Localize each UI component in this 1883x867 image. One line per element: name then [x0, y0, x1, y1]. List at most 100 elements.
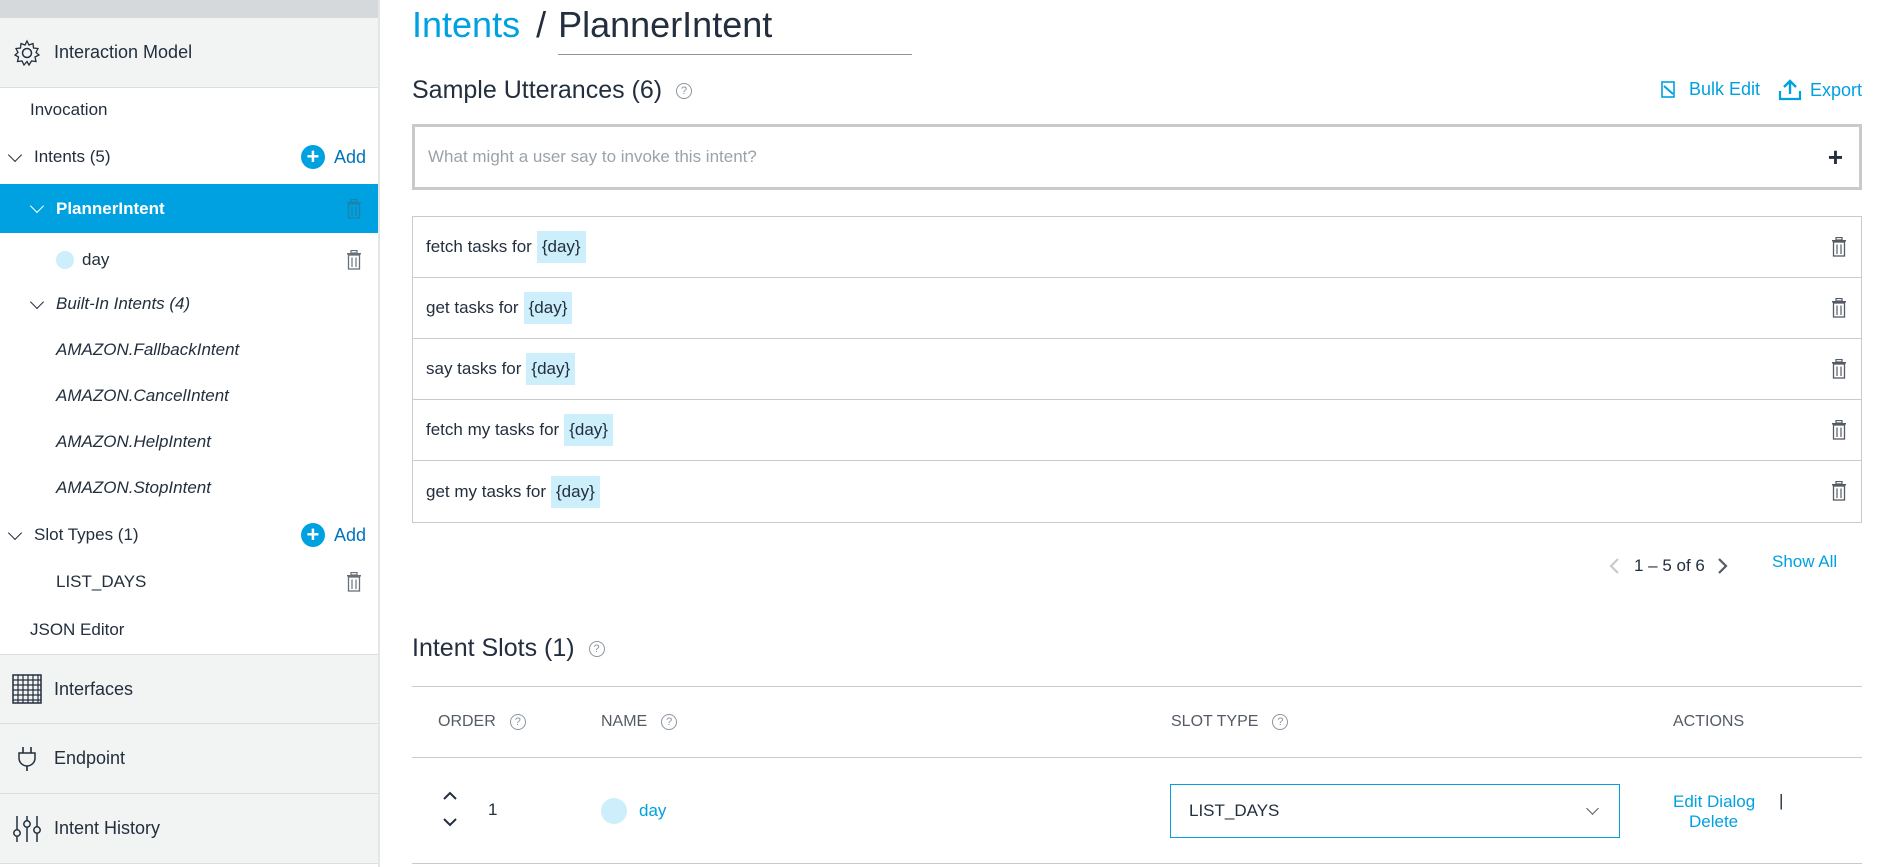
slot-type-select[interactable]: LIST_DAYS	[1170, 784, 1620, 838]
trash-icon[interactable]	[1831, 359, 1847, 379]
table-row: 1 day LIST_DAYS Edit Dialog | Delete	[412, 758, 1862, 864]
utterance-text: get tasks for	[426, 298, 519, 317]
slot-tag[interactable]: {day}	[536, 231, 586, 263]
sidebar-item-slot-types[interactable]: Slot Types (1) + Add	[0, 516, 378, 554]
breadcrumb-separator: /	[536, 4, 547, 45]
help-icon[interactable]: ?	[676, 82, 693, 99]
sidebar-item-label: day	[82, 250, 110, 269]
chevron-down-icon	[1586, 802, 1599, 815]
trash-icon[interactable]	[1831, 420, 1847, 440]
help-icon[interactable]: ?	[661, 714, 678, 730]
help-icon[interactable]: ?	[1272, 714, 1289, 730]
help-icon[interactable]: ?	[509, 714, 526, 730]
help-icon[interactable]: ?	[588, 640, 605, 657]
sample-utterances-heading: Sample Utterances (6) ?	[412, 76, 693, 105]
column-actions: ACTIONS	[1673, 713, 1745, 730]
utterance-text: fetch my tasks for	[426, 420, 560, 439]
sidebar-section-label: Intent History	[54, 818, 161, 838]
sidebar-item-label: Slot Types (1)	[34, 525, 139, 544]
sidebar-section-interaction-model[interactable]: Interaction Model	[0, 18, 378, 88]
sidebar-section-intent-history[interactable]: Intent History	[0, 794, 378, 864]
chevron-down-icon	[7, 525, 23, 540]
export-button[interactable]: Export	[1778, 79, 1862, 101]
chevron-left-icon[interactable]	[1608, 557, 1620, 575]
add-label: Add	[333, 146, 366, 167]
upload-icon	[1778, 79, 1802, 101]
export-label: Export	[1809, 79, 1862, 100]
add-intent-button[interactable]: + Add	[300, 145, 366, 169]
utterance-text: say tasks for	[426, 359, 522, 378]
show-all-label: Show All	[1772, 552, 1838, 571]
utterance-row[interactable]: say tasks for {day}	[413, 339, 1861, 400]
trash-icon[interactable]	[346, 250, 362, 270]
sidebar-section-endpoint[interactable]: Endpoint	[0, 724, 378, 794]
sidebar-section-label: Interaction Model	[54, 42, 193, 62]
sidebar-item-plannerintent[interactable]: PlannerIntent	[0, 184, 378, 233]
pagination: 1 – 5 of 6	[1608, 556, 1729, 576]
utterance-row[interactable]: fetch tasks for {day}	[413, 217, 1861, 278]
delete-link[interactable]: Delete	[1689, 812, 1738, 832]
trash-icon[interactable]	[1831, 237, 1847, 257]
utterance-row[interactable]: fetch my tasks for {day}	[413, 400, 1861, 461]
sidebar-item-label: AMAZON.StopIntent	[56, 478, 211, 497]
reorder-arrows[interactable]	[442, 790, 458, 835]
utterance-row[interactable]: get tasks for {day}	[413, 278, 1861, 339]
sidebar-section-interfaces[interactable]: Interfaces	[0, 654, 378, 724]
utterance-placeholder: What might a user say to invoke this int…	[428, 147, 757, 166]
sidebar-item-builtin[interactable]: AMAZON.StopIntent	[0, 470, 378, 506]
sidebar-item-label: AMAZON.CancelIntent	[56, 386, 229, 405]
column-name: NAME?	[601, 713, 678, 731]
sidebar-item-builtin-intents[interactable]: Built-In Intents (4)	[0, 286, 378, 322]
sidebar-item-builtin[interactable]: AMAZON.CancelIntent	[0, 378, 378, 414]
slot-tag[interactable]: {day}	[550, 475, 600, 508]
chevron-down-icon	[7, 147, 23, 162]
sidebar-item-list-days[interactable]: LIST_DAYS	[0, 562, 378, 602]
trash-icon[interactable]	[1831, 298, 1847, 318]
bulk-edit-button[interactable]: Bulk Edit	[1661, 79, 1760, 100]
table-header: ORDER? NAME? SLOT TYPE? ACTIONS	[412, 686, 1862, 758]
sidebar-item-slot-day[interactable]: day	[0, 240, 378, 280]
trash-icon[interactable]	[1831, 481, 1847, 501]
show-all-link[interactable]: Show All	[1772, 552, 1837, 572]
sidebar-item-label: AMAZON.FallbackIntent	[56, 340, 240, 359]
slot-tag[interactable]: {day}	[523, 292, 573, 324]
trash-icon[interactable]	[346, 572, 362, 592]
plus-circle-icon: +	[300, 145, 325, 169]
sidebar-item-intents[interactable]: Intents (5) + Add	[0, 138, 378, 176]
slot-name-link[interactable]: day	[639, 801, 666, 821]
add-slot-type-button[interactable]: + Add	[300, 523, 366, 547]
sidebar-item-label: LIST_DAYS	[56, 572, 147, 591]
sidebar-item-json-editor[interactable]: JSON Editor	[0, 612, 378, 648]
chevron-down-icon	[29, 294, 45, 309]
plug-icon	[12, 744, 42, 774]
slot-dot-icon	[56, 251, 74, 269]
utterance-input[interactable]: What might a user say to invoke this int…	[412, 124, 1862, 190]
slot-tag[interactable]: {day}	[564, 414, 613, 446]
slot-tag[interactable]: {day}	[526, 353, 576, 385]
sidebar-item-builtin[interactable]: AMAZON.FallbackIntent	[0, 332, 378, 368]
plus-circle-icon: +	[300, 523, 325, 547]
slot-dot-icon	[601, 798, 627, 824]
edit-dialog-link[interactable]: Edit Dialog	[1673, 792, 1755, 812]
bulk-edit-icon	[1661, 80, 1675, 98]
plus-icon[interactable]: +	[1828, 142, 1843, 173]
sidebar-item-label: Intents (5)	[34, 147, 111, 166]
intent-slots-heading: Intent Slots (1) ?	[412, 634, 605, 663]
column-order: ORDER?	[438, 713, 526, 731]
section-title: Sample Utterances (6)	[412, 76, 663, 104]
trash-icon[interactable]	[346, 199, 362, 219]
utterance-list: fetch tasks for {day} get tasks for {day…	[412, 216, 1862, 523]
main-panel: Intents / PlannerIntent Sample Utterance…	[412, 0, 1862, 867]
sidebar-item-invocation[interactable]: Invocation	[0, 92, 378, 128]
column-label: ORDER	[438, 713, 496, 730]
utterance-text: get my tasks for	[426, 481, 546, 501]
gear-icon	[12, 38, 42, 68]
sidebar-item-builtin[interactable]: AMAZON.HelpIntent	[0, 424, 378, 460]
column-label: NAME	[601, 713, 648, 730]
breadcrumb-intents-link[interactable]: Intents	[412, 4, 520, 46]
sidebar-item-label: JSON Editor	[30, 620, 125, 639]
intent-name-field[interactable]: PlannerIntent	[558, 4, 913, 55]
utterance-row[interactable]: get my tasks for {day}	[413, 461, 1861, 522]
sidebar-top-bar	[0, 0, 378, 18]
chevron-right-icon[interactable]	[1717, 557, 1729, 575]
